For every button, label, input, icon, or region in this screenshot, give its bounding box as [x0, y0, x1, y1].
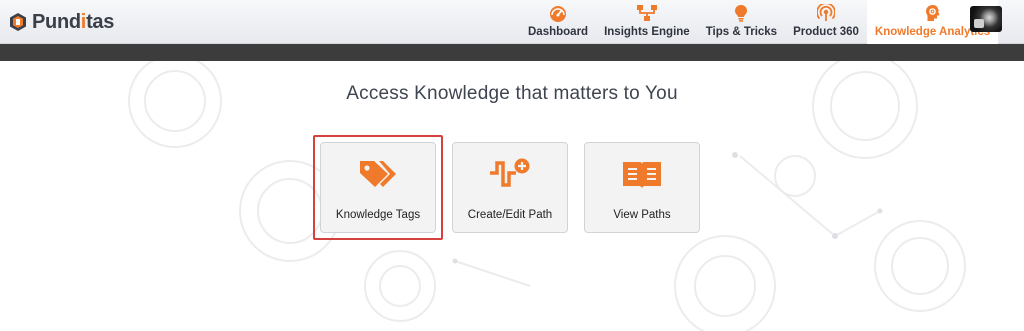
top-navigation-bar: Punditas Dashboard Insights Engine Tips … — [0, 0, 1024, 44]
card-label: Create/Edit Path — [467, 209, 553, 221]
nav-item-tips-tricks[interactable]: Tips & Tricks — [698, 0, 785, 44]
nav-label-dashboard: Dashboard — [528, 26, 589, 38]
card-label: Knowledge Tags — [335, 209, 421, 221]
nav-label-product-360: Product 360 — [793, 26, 859, 38]
knowledge-tags-card[interactable]: Knowledge Tags — [320, 142, 436, 233]
nav-item-dashboard[interactable]: Dashboard — [520, 0, 596, 44]
broadcast-icon — [817, 4, 835, 21]
nav-label-insights-engine: Insights Engine — [604, 26, 690, 38]
network-icon — [636, 5, 657, 21]
create-edit-path-card[interactable]: Create/Edit Path — [452, 142, 568, 233]
brain-gear-icon — [925, 5, 940, 21]
page-title: Access Knowledge that matters to You — [346, 83, 678, 104]
path-add-icon — [490, 158, 530, 187]
user-avatar[interactable] — [970, 6, 1002, 32]
book-icon — [623, 162, 661, 188]
nav-item-insights-engine[interactable]: Insights Engine — [596, 0, 698, 44]
card-label: View Paths — [613, 209, 671, 221]
view-paths-card[interactable]: View Paths — [584, 142, 700, 233]
punditas-logo[interactable]: Punditas — [10, 11, 114, 33]
header-divider-strip — [0, 44, 1024, 61]
nav-label-tips-tricks: Tips & Tricks — [705, 26, 778, 38]
main-nav: Dashboard Insights Engine Tips & Tricks — [520, 0, 999, 44]
nav-item-product-360[interactable]: Product 360 — [785, 0, 867, 44]
brand-name: Punditas — [32, 10, 115, 33]
tags-icon — [360, 161, 396, 187]
punditas-logo-icon — [10, 13, 26, 31]
lightbulb-icon — [735, 5, 748, 22]
speedometer-icon — [550, 6, 567, 22]
